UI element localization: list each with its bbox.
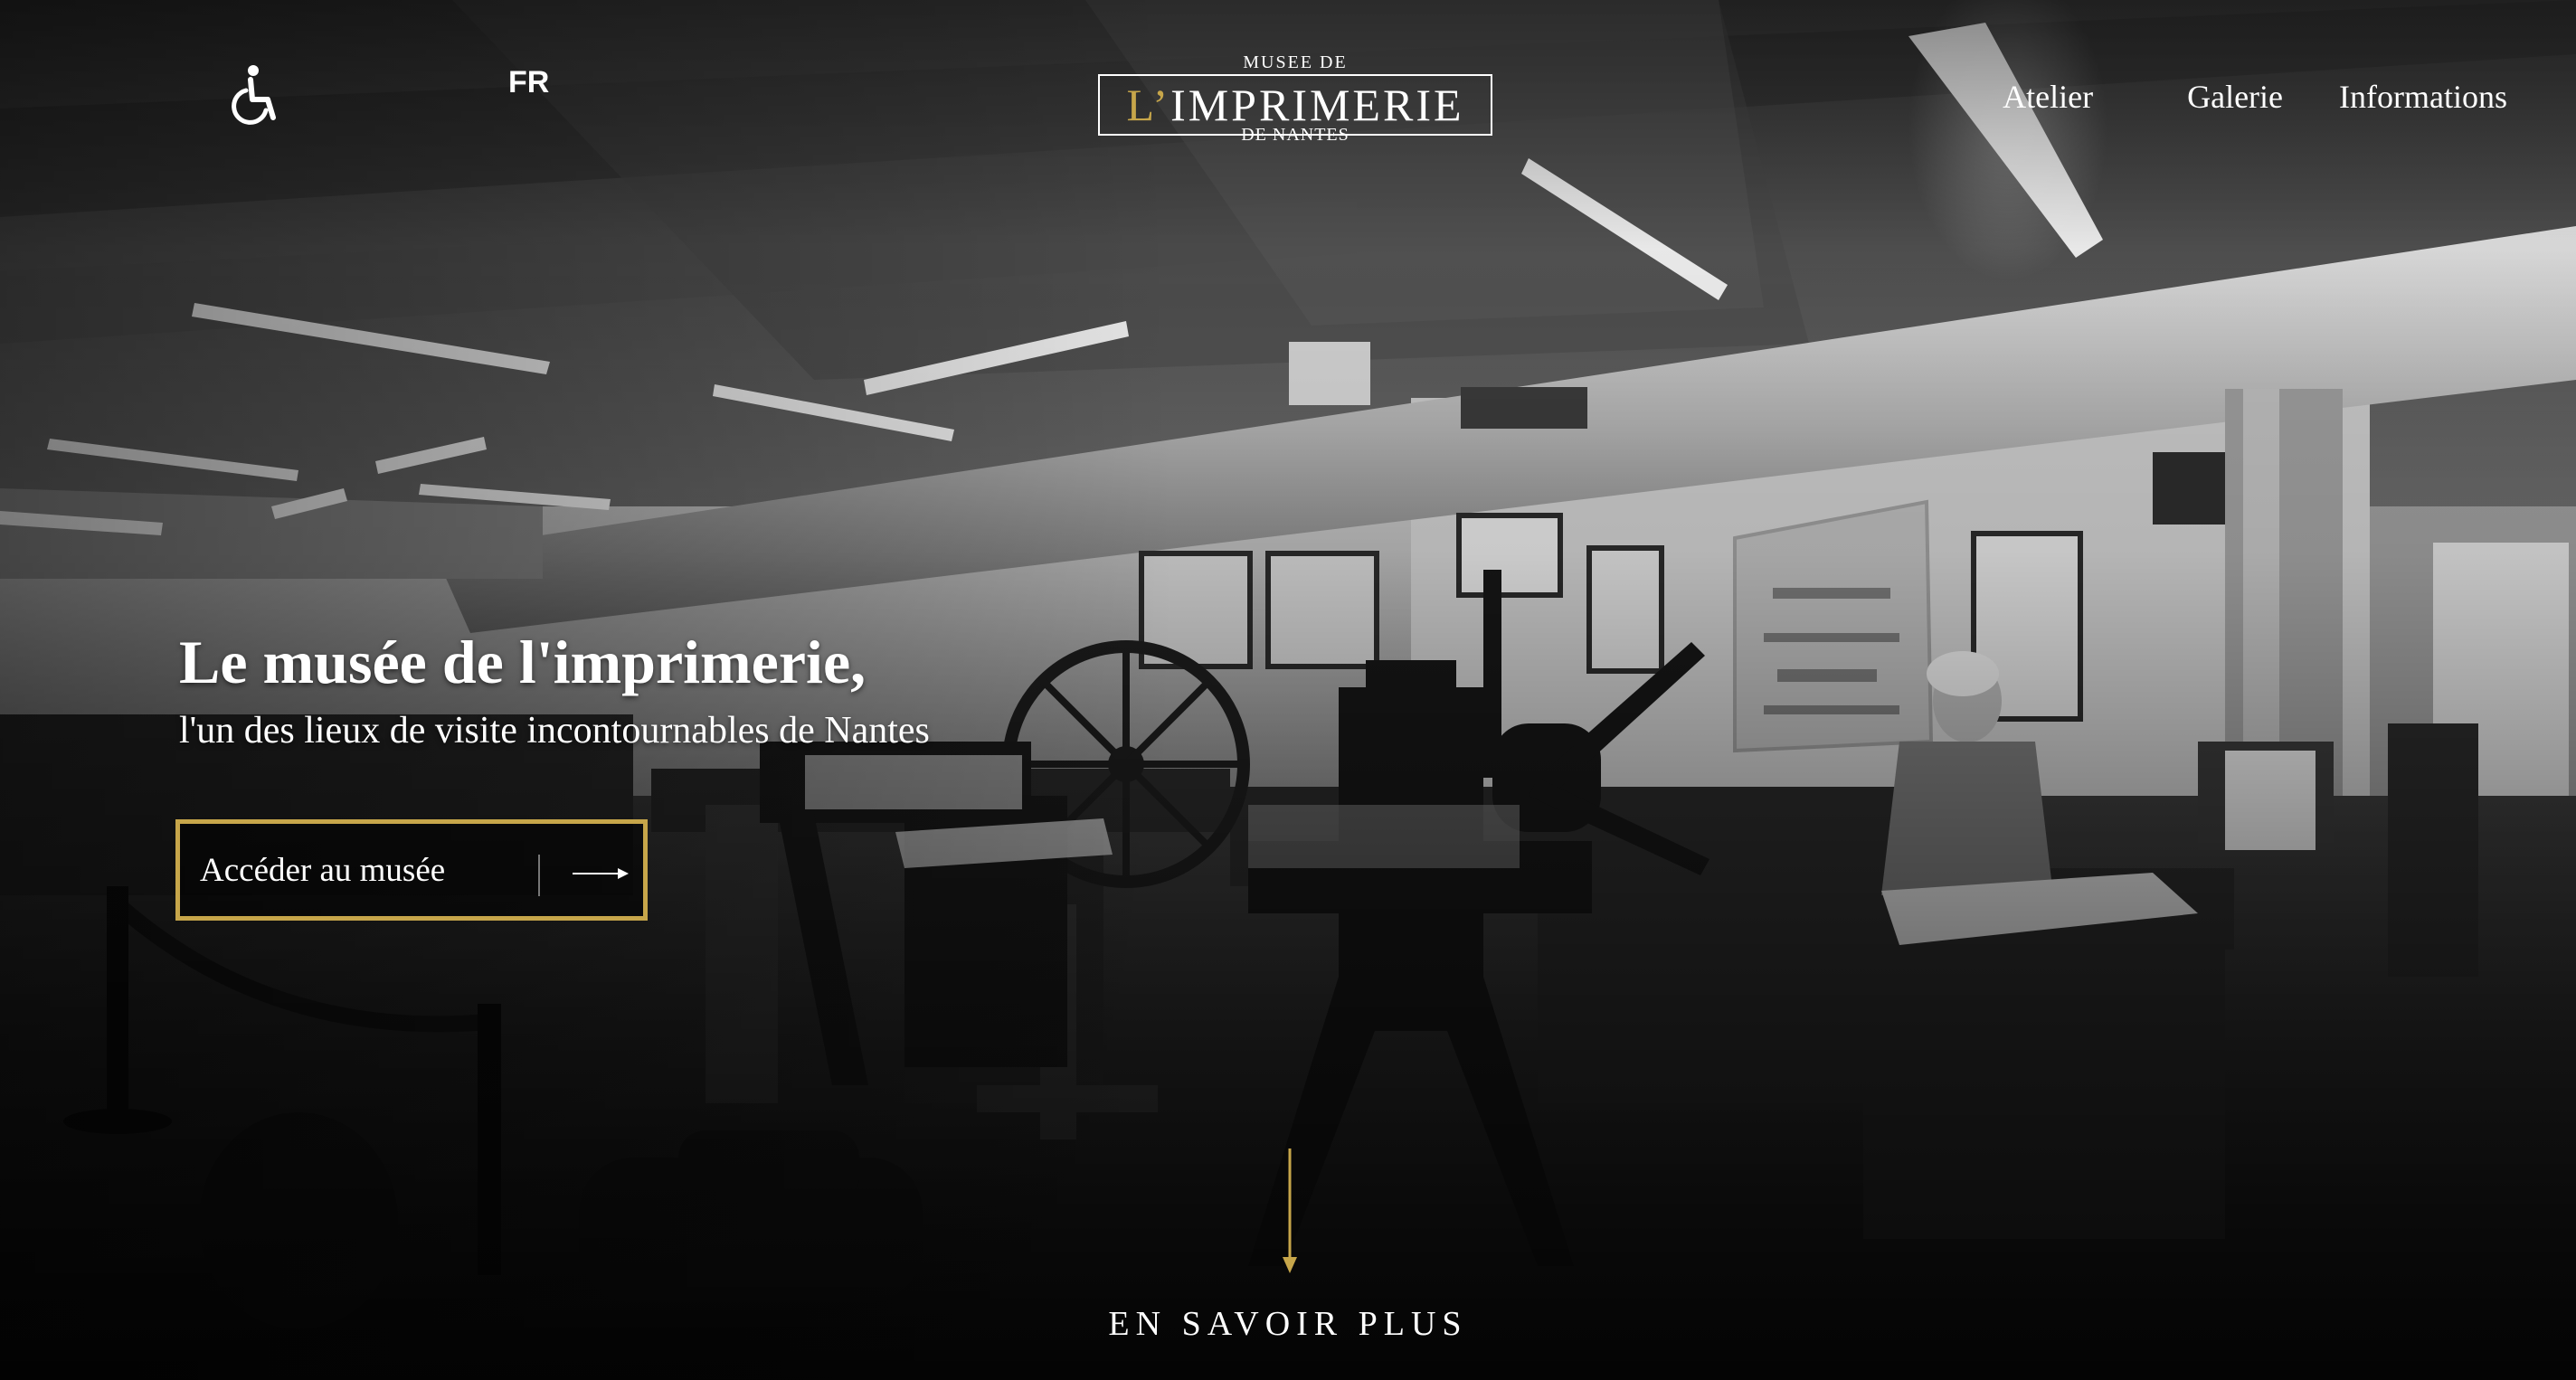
hero-subtitle: l'un des lieux de visite incontournables… (179, 710, 930, 751)
accessibility-button[interactable] (226, 63, 286, 127)
nav-atelier[interactable]: Atelier (2003, 78, 2093, 116)
learn-more-link[interactable]: EN SAVOIR PLUS (0, 1304, 2576, 1344)
access-museum-label: Accéder au musée (200, 851, 446, 889)
hero-title: Le musée de l'imprimerie, (179, 628, 867, 696)
arrow-right-icon (573, 868, 629, 879)
site-logo[interactable]: MUSEE DE L’IMPRIMERIE DE NANTES (1098, 52, 1492, 150)
logo-main-text: L’IMPRIMERIE (1126, 78, 1463, 132)
language-selector[interactable]: FR (508, 65, 549, 100)
logo-bottom-text: DE NANTES (1241, 125, 1350, 145)
logo-imprimerie: IMPRIMERIE (1170, 80, 1464, 130)
arrow-down-icon[interactable] (1278, 1148, 1302, 1275)
access-museum-button[interactable]: Accéder au musée (175, 819, 648, 921)
nav-informations[interactable]: Informations (2339, 78, 2507, 116)
logo-apostrophe: L’ (1126, 80, 1171, 130)
button-divider (538, 855, 540, 896)
logo-bottom-line: DE NANTES (1098, 125, 1492, 145)
logo-top-line: MUSEE DE (1243, 52, 1348, 72)
nav-galerie[interactable]: Galerie (2187, 78, 2283, 116)
main-nav: Atelier Galerie Informations (2003, 78, 2507, 116)
site-header: FR MUSEE DE L’IMPRIMERIE DE NANTES Ateli… (0, 0, 2576, 181)
wheelchair-icon (232, 65, 276, 125)
